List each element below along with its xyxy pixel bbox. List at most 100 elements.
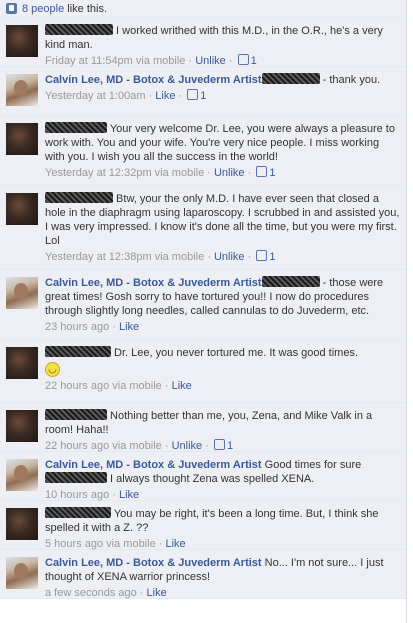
comment-timestamp[interactable]: 5 hours ago [45,538,103,550]
likes-suffix: like this. [64,2,108,15]
comment-item: Calvin Lee, MD - Botox & Juvederm Artist… [0,67,406,116]
comment-like-count[interactable]: 1 [251,55,257,67]
avatar[interactable] [6,508,38,540]
comment-text: Calvin Lee, MD - Botox & Juvederm Artist… [45,458,400,486]
comment-text: Calvin Lee, MD - Botox & Juvederm Artist… [45,556,400,584]
comment-like-count[interactable]: 1 [269,167,275,179]
comment-message: - thank you. [319,74,381,86]
avatar[interactable] [6,557,38,589]
avatar[interactable] [6,74,38,106]
comment-author-link[interactable]: Calvin Lee, MD - Botox & Juvederm Artist [45,557,262,569]
thumbs-up-icon[interactable] [256,166,268,177]
thumbs-up-icon[interactable] [256,250,268,261]
comment-body: Calvin Lee, MD - Botox & Juvederm Artist… [45,276,400,334]
comment-message: Dr. Lee, you never tortured me. It was g… [111,347,359,359]
avatar[interactable] [6,347,38,379]
comment-like-count[interactable]: 1 [200,90,206,102]
comment-timestamp[interactable]: a few seconds ago [45,587,137,599]
avatar[interactable] [6,193,38,225]
comment-item: You may be right, it's been a long time.… [0,501,406,550]
unlike-link[interactable]: Unlike [214,251,245,263]
avatar[interactable] [6,277,38,309]
comment-like-count[interactable]: 1 [269,251,275,263]
redacted-name [45,346,111,357]
separator: · [202,440,212,452]
separator: · [225,55,236,67]
comment-item: Calvin Lee, MD - Botox & Juvederm Artist… [0,452,406,501]
comment-timestamp[interactable]: 22 hours ago [45,440,109,452]
separator: · [109,321,119,333]
unlike-link[interactable]: Unlike [172,440,203,452]
comment-timestamp[interactable]: 22 hours ago [45,380,109,392]
comment-meta: Yesterday at 12:32pm via mobile · Unlike… [45,166,400,180]
comment-item: Calvin Lee, MD - Botox & Juvederm Artist… [0,550,406,599]
comment-body: Btw, your the only M.D. I have ever seen… [45,192,400,264]
comment-via: via mobile [132,55,186,67]
thumbs-up-icon[interactable] [237,54,249,65]
separator: · [161,440,172,452]
redacted-name [261,276,320,287]
unlike-link[interactable]: Unlike [214,167,245,179]
comment-meta: a few seconds ago · Like [45,586,400,600]
redacted-name [261,73,320,84]
comment-via: via mobile [103,538,156,550]
redacted-name [45,507,111,518]
comment-like-count[interactable]: 1 [227,440,233,452]
separator: · [244,167,255,179]
comment-text: Nothing better than me, you, Zena, and M… [45,409,400,437]
comment-timestamp[interactable]: 23 hours ago [45,321,109,333]
like-link[interactable]: Like [172,380,192,392]
separator: · [109,489,119,501]
comment-author-link[interactable]: Calvin Lee, MD - Botox & Juvederm Artist [45,459,262,471]
like-link[interactable]: Like [119,321,139,333]
like-link[interactable]: Like [147,587,167,599]
comment-text: Btw, your the only M.D. I have ever seen… [45,192,400,248]
redacted-name [45,24,113,35]
redacted-name [45,122,107,133]
avatar[interactable] [6,410,38,442]
smiley-icon: ◡ [45,362,60,377]
comment-body: Dr. Lee, you never tortured me. It was g… [45,346,400,397]
separator: · [204,251,214,263]
comment-text-prefix: Good times for sure [261,459,362,471]
comment-body: Calvin Lee, MD - Botox & Juvederm Artist… [45,458,400,501]
comment-author-link[interactable]: Calvin Lee, MD - Botox & Juvederm Artist [45,74,262,86]
comment-timestamp[interactable]: Yesterday at 12:38pm [45,251,152,263]
comment-timestamp[interactable]: Yesterday at 12:32pm [45,167,152,179]
comment-text: Calvin Lee, MD - Botox & Juvederm Artist… [45,73,400,87]
thumbs-up-icon[interactable] [213,439,225,450]
comment-author-link[interactable]: Calvin Lee, MD - Botox & Juvederm Artist [45,277,262,289]
comment-timestamp[interactable]: Friday at 11:54pm [45,55,133,67]
comment-thread: 8 people like this. I worked writhed wit… [0,0,407,623]
comment-timestamp[interactable]: Yesterday at 1:00am [45,90,146,102]
likes-count-link[interactable]: 8 people [22,3,64,15]
comment-text: You may be right, it's been a long time.… [45,507,400,535]
avatar[interactable] [6,459,38,491]
comment-item: Your very welcome Dr. Lee, you were alwa… [0,116,406,186]
like-link[interactable]: Like [165,538,185,550]
avatar[interactable] [6,25,38,57]
separator: · [145,90,156,102]
comment-meta: 23 hours ago · Like [45,320,400,334]
comments-list: I worked writhed with this M.D., in the … [0,18,406,599]
unlike-link[interactable]: Unlike [195,55,226,67]
separator: · [155,538,166,550]
comment-item: Nothing better than me, you, Zena, and M… [0,403,406,452]
comment-via: via mobile [151,167,205,179]
comment-body: You may be right, it's been a long time.… [45,507,400,550]
comment-message: I always thought Zena was spelled XENA. [107,473,315,485]
separator: · [185,55,196,67]
like-link[interactable]: Like [155,90,175,102]
comment-meta: 10 hours ago · Like [45,488,400,502]
redacted-name [45,192,113,203]
comment-body: I worked writhed with this M.D., in the … [45,24,400,67]
thumbs-up-icon[interactable] [187,89,199,100]
like-link[interactable]: Like [119,489,139,501]
comment-body: Your very welcome Dr. Lee, you were alwa… [45,122,400,180]
comment-text: Dr. Lee, you never tortured me. It was g… [45,346,400,377]
comment-meta: 5 hours ago via mobile · Like [45,537,400,551]
separator: · [175,90,186,102]
comment-timestamp[interactable]: 10 hours ago [45,489,109,501]
comment-body: Calvin Lee, MD - Botox & Juvederm Artist… [45,556,400,599]
avatar[interactable] [6,123,38,155]
